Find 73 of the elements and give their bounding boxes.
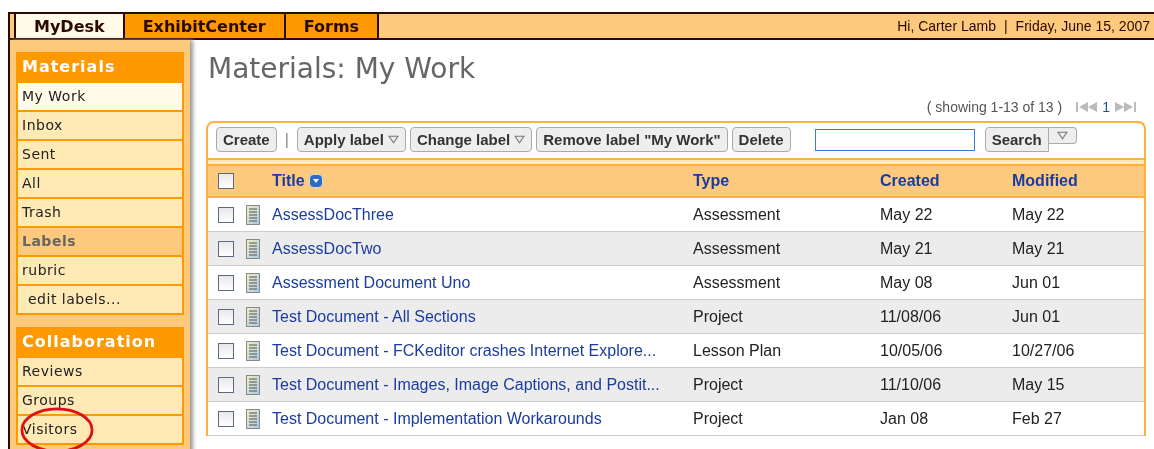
document-link[interactable]: Assessment Document Uno bbox=[272, 273, 471, 292]
table-cell: Jun 01 bbox=[1012, 307, 1061, 325]
table-cell: Assessment bbox=[693, 239, 781, 257]
column-header[interactable]: Title bbox=[272, 172, 305, 190]
document-icon bbox=[246, 408, 260, 429]
table-cell: 11/10/06 bbox=[880, 375, 942, 393]
toolbar-separator: | bbox=[284, 130, 289, 149]
column-header[interactable]: Created bbox=[880, 172, 940, 189]
toolbar-button[interactable]: Create bbox=[216, 127, 277, 152]
table-cell: May 22 bbox=[880, 205, 933, 223]
table-cell: Project bbox=[693, 375, 743, 393]
table-cell: May 22 bbox=[1012, 205, 1065, 223]
column-header[interactable]: Type bbox=[693, 172, 730, 189]
search-button[interactable]: Search bbox=[984, 127, 1049, 152]
page-title: Materials: My Work bbox=[207, 52, 477, 85]
sidebar-item[interactable]: My Work bbox=[18, 81, 182, 110]
table-cell: Jan 08 bbox=[880, 409, 929, 427]
row-checkbox[interactable] bbox=[218, 410, 234, 427]
row-checkbox[interactable] bbox=[218, 376, 234, 393]
table-cell: Lesson Plan bbox=[693, 341, 782, 359]
document-link[interactable]: AssessDocThree bbox=[272, 205, 394, 224]
row-checkbox[interactable] bbox=[218, 240, 234, 257]
document-link[interactable]: Test Document - FCKeditor crashes Internet Explore... bbox=[272, 341, 657, 360]
table-cell: Jun 01 bbox=[1012, 273, 1061, 291]
sort-icon[interactable] bbox=[308, 174, 323, 188]
select-all-checkbox[interactable] bbox=[218, 173, 234, 189]
table-cell: Assessment bbox=[693, 205, 781, 223]
document-icon bbox=[246, 238, 260, 259]
nav-tab[interactable]: ExhibitCenter bbox=[122, 14, 286, 38]
row-checkbox[interactable] bbox=[218, 342, 234, 359]
nav-tab[interactable]: MyDesk bbox=[14, 14, 125, 38]
document-icon bbox=[246, 204, 260, 225]
page-number[interactable]: 1 bbox=[1102, 99, 1110, 115]
document-icon bbox=[246, 374, 260, 395]
pager-summary: ( showing 1-13 of 13 ) bbox=[926, 99, 1063, 115]
table-cell: Assessment bbox=[693, 273, 781, 291]
dropdown-button[interactable]: Apply label bbox=[296, 127, 406, 152]
dropdown-button[interactable]: Change label bbox=[409, 127, 533, 152]
row-checkbox[interactable] bbox=[218, 308, 234, 325]
search-options-button[interactable] bbox=[1048, 127, 1077, 144]
table-cell: May 08 bbox=[880, 273, 933, 291]
table-cell: 10/27/06 bbox=[1012, 341, 1075, 359]
row-checkbox[interactable] bbox=[218, 206, 234, 223]
document-link[interactable]: AssessDocTwo bbox=[272, 239, 382, 258]
dropdown-caret-icon bbox=[387, 135, 399, 144]
table-cell: May 15 bbox=[1012, 375, 1065, 393]
document-icon bbox=[246, 306, 260, 327]
column-header[interactable]: Modified bbox=[1012, 172, 1078, 189]
row-checkbox[interactable] bbox=[218, 274, 234, 291]
dropdown-caret-icon bbox=[1056, 131, 1068, 140]
document-icon bbox=[246, 272, 260, 293]
search-field[interactable] bbox=[814, 128, 975, 151]
table-cell: 11/08/06 bbox=[880, 307, 942, 325]
document-link[interactable]: Test Document - All Sections bbox=[272, 307, 476, 326]
subsection-header: Labels bbox=[18, 226, 182, 255]
section-header: Materials bbox=[18, 54, 182, 81]
document-link[interactable]: Test Document - Images, Image Captions, and Postit... bbox=[272, 375, 660, 394]
table-cell: Project bbox=[693, 307, 743, 325]
toolbar-button[interactable]: Remove label "My Work" bbox=[536, 127, 728, 152]
document-icon bbox=[246, 340, 260, 361]
toolbar-button[interactable]: Delete bbox=[731, 127, 791, 152]
divider-text: | bbox=[1003, 18, 1008, 34]
section-header: Collaboration bbox=[18, 329, 182, 356]
table-cell: 10/05/06 bbox=[880, 341, 943, 359]
dropdown-caret-icon bbox=[514, 135, 526, 144]
table-cell: Feb 27 bbox=[1012, 409, 1062, 427]
table-cell: May 21 bbox=[1012, 239, 1065, 257]
table-cell: Project bbox=[693, 409, 743, 427]
nav-tab[interactable]: Forms bbox=[283, 14, 380, 38]
greeting: Hi, Carter Lamb bbox=[897, 18, 996, 34]
document-link[interactable]: Test Document - Implementation Workarounds bbox=[272, 409, 602, 428]
date-text: Friday, June 15, 2007 bbox=[1015, 18, 1150, 34]
table-cell: May 21 bbox=[880, 239, 933, 257]
